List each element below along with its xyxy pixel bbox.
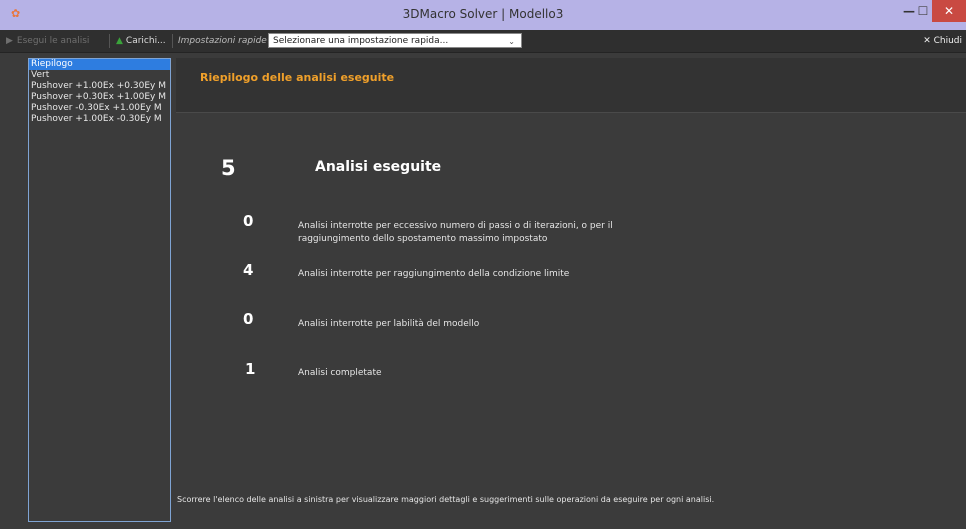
toolbar: ▶ Esegui le analisi ▲ Carichi... Impostazi… xyxy=(0,30,966,53)
stat-description: Analisi interrotte per eccessivo numero … xyxy=(298,220,613,246)
help-note: Scorrere l'elenco delle analisi a sinist… xyxy=(177,495,715,504)
play-icon: ▶ xyxy=(6,36,13,46)
summary-header: Riepilogo delle analisi eseguite xyxy=(176,58,966,113)
stat-count: 4 xyxy=(243,261,254,279)
list-item-summary[interactable]: Riepilogo xyxy=(29,59,170,70)
toolbar-divider xyxy=(109,34,110,48)
list-item[interactable]: Pushover -0.30Ex +1.00Ey M xyxy=(29,103,170,114)
window-title: 3DMacro Solver | Modello3 xyxy=(402,7,564,21)
total-analyses-label: Analisi eseguite xyxy=(315,159,442,175)
stat-count: 0 xyxy=(243,212,254,230)
stat-description-line: Analisi interrotte per eccessivo numero … xyxy=(298,221,613,231)
analysis-list[interactable]: Riepilogo Vert Pushover +1.00Ex +0.30Ey … xyxy=(28,58,171,522)
upload-icon: ▲ xyxy=(116,36,123,46)
list-item[interactable]: Vert xyxy=(29,70,170,81)
run-analyses-label: Esegui le analisi xyxy=(16,36,90,46)
maximize-button[interactable]: ☐ xyxy=(912,0,934,22)
quick-settings-value: Selezionare una impostazione rapida... xyxy=(273,36,449,46)
title-bar: ✿ 3DMacro Solver | Modello3 — ☐ ✕ xyxy=(0,0,966,30)
list-item[interactable]: Pushover +0.30Ex +1.00Ey M xyxy=(29,92,170,103)
quick-settings-label: Impostazioni rapide xyxy=(178,36,267,46)
close-window-button[interactable]: ✕ xyxy=(932,0,966,22)
run-analyses-button[interactable]: ▶ Esegui le analisi xyxy=(6,30,89,52)
stat-count: 0 xyxy=(243,310,254,328)
stat-description-line: raggiungimento dello spostamento massimo… xyxy=(298,234,548,244)
total-analyses-count: 5 xyxy=(221,156,236,180)
page-title: Riepilogo delle analisi eseguite xyxy=(200,71,395,84)
list-item[interactable]: Pushover +1.00Ex +0.30Ey M xyxy=(29,81,170,92)
list-item[interactable]: Pushover +1.00Ex -0.30Ey M xyxy=(29,114,170,125)
load-button[interactable]: ▲ Carichi... xyxy=(116,30,166,52)
stat-description: Analisi interrotte per labilità del mode… xyxy=(298,319,480,329)
stat-description: Analisi interrotte per raggiungimento de… xyxy=(298,269,570,279)
close-button[interactable]: ✕ Chiudi xyxy=(923,30,962,52)
load-label: Carichi... xyxy=(125,36,166,46)
quick-settings-select[interactable]: Selezionare una impostazione rapida... ⌄ xyxy=(268,33,522,48)
stat-description: Analisi completate xyxy=(298,368,382,378)
stat-count: 1 xyxy=(245,360,256,378)
chevron-down-icon: ⌄ xyxy=(508,37,515,46)
toolbar-divider xyxy=(172,34,173,48)
